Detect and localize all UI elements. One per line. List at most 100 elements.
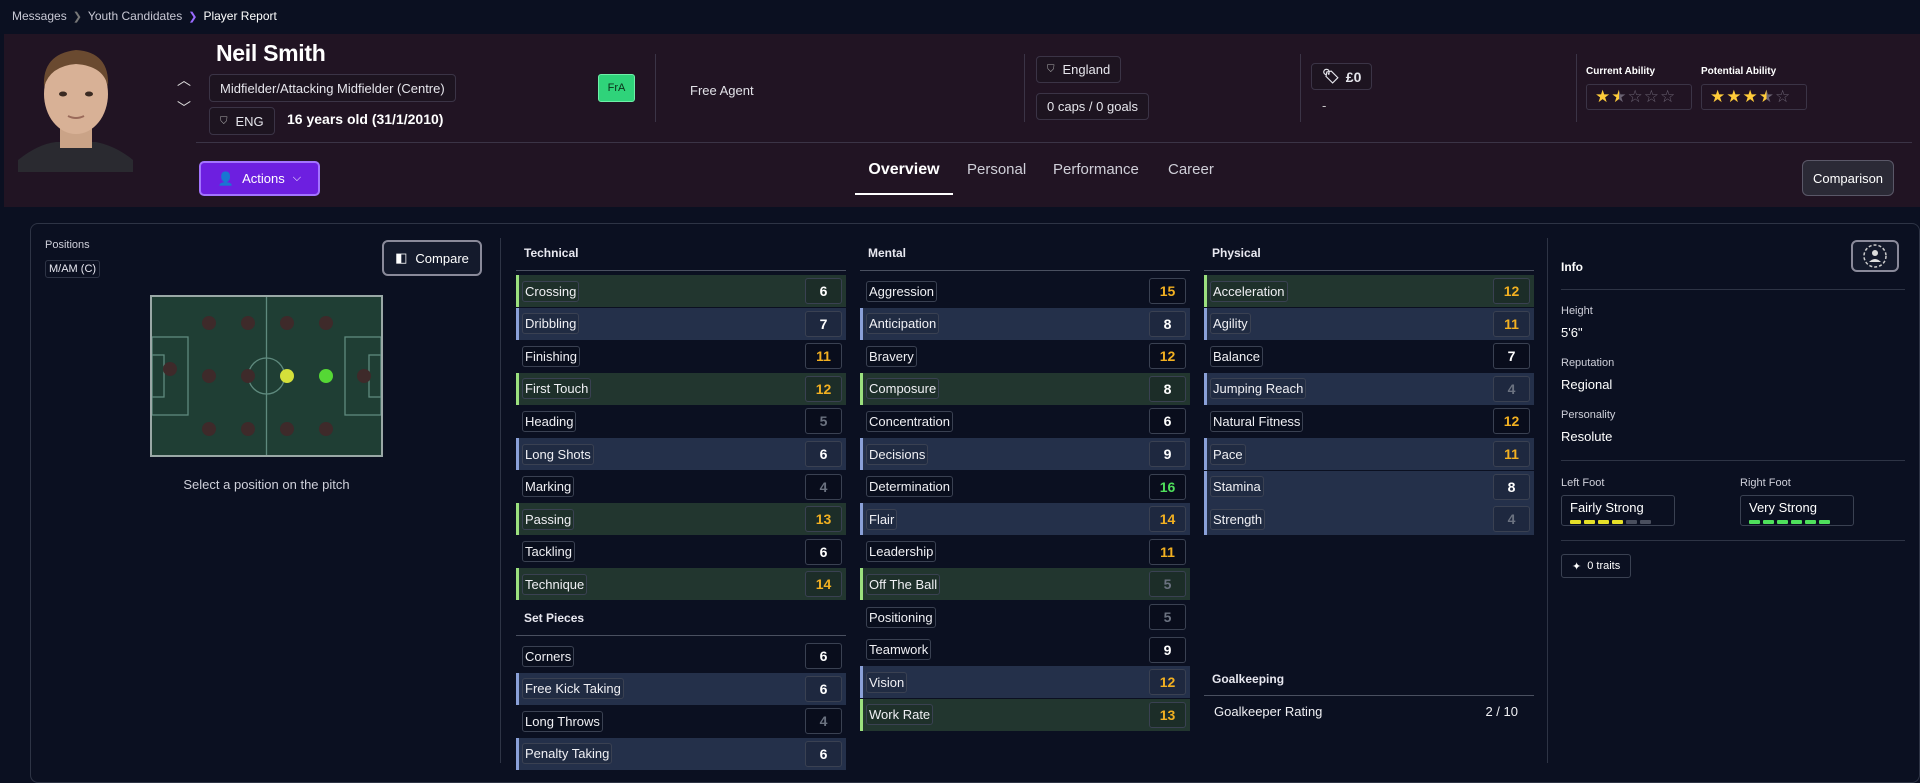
player-nav: ︿ ﹀ xyxy=(174,66,194,122)
attribute-row[interactable]: Tackling 6 xyxy=(516,536,846,568)
attribute-value: 11 xyxy=(1493,441,1530,467)
attribute-row[interactable]: Marking 4 xyxy=(516,471,846,503)
chevron-up-icon[interactable]: ︿ xyxy=(174,66,194,94)
attribute-name: Flair xyxy=(866,508,898,530)
attribute-row[interactable]: Heading 5 xyxy=(516,405,846,437)
attribute-row[interactable]: Bravery 12 xyxy=(860,340,1190,372)
attribute-row[interactable]: First Touch 12 xyxy=(516,372,846,405)
personality-label: Personality xyxy=(1561,409,1616,421)
attribute-name: Concentration xyxy=(866,410,953,432)
star-icon: ★ xyxy=(1710,87,1726,106)
attribute-value: 5 xyxy=(1149,571,1186,598)
actions-button[interactable]: 👤 Actions ⌵ xyxy=(199,161,320,196)
attribute-row[interactable]: Anticipation 8 xyxy=(860,307,1190,340)
attribute-row[interactable]: Teamwork 9 xyxy=(860,634,1190,666)
nation-badge[interactable]: ⛉ England xyxy=(1036,56,1122,83)
attribute-value: 6 xyxy=(805,740,842,767)
attribute-row[interactable]: Technique 14 xyxy=(516,568,846,601)
attribute-value: 12 xyxy=(1149,669,1186,696)
attribute-row[interactable]: Stamina 8 xyxy=(1204,470,1534,503)
attribute-value: 11 xyxy=(1493,310,1530,337)
reputation-label: Reputation xyxy=(1561,357,1615,369)
divider xyxy=(1204,270,1534,271)
tab-personal[interactable]: Personal xyxy=(967,161,1026,195)
nation-name: England xyxy=(1062,62,1111,77)
attribute-row[interactable]: Natural Fitness 12 xyxy=(1204,405,1534,437)
right-foot-meter xyxy=(1749,520,1845,524)
attribute-value: 4 xyxy=(805,708,842,735)
divider xyxy=(1204,695,1534,696)
attribute-row[interactable]: Composure 8 xyxy=(860,372,1190,405)
breadcrumb-messages[interactable]: Messages xyxy=(12,9,67,23)
star-icon: ★ xyxy=(1742,87,1758,106)
attribute-value: 6 xyxy=(805,441,842,467)
attribute-row[interactable]: Off The Ball 5 xyxy=(860,568,1190,601)
pitch-hint: Select a position on the pitch xyxy=(183,477,350,492)
attribute-row[interactable]: Determination 16 xyxy=(860,471,1190,503)
tab-career[interactable]: Career xyxy=(1168,161,1214,195)
attribute-row[interactable]: Work Rate 13 xyxy=(860,698,1190,731)
attribute-row[interactable]: Decisions 9 xyxy=(860,438,1190,470)
goalkeeper-rating-label: Goalkeeper Rating xyxy=(1214,704,1323,719)
attribute-name: Balance xyxy=(1210,345,1263,367)
attribute-row[interactable]: Strength 4 xyxy=(1204,503,1534,536)
attribute-row[interactable]: Vision 12 xyxy=(860,666,1190,699)
attribute-name: Crossing xyxy=(522,280,580,302)
chevron-right-icon: ❯ xyxy=(188,10,198,23)
personality-view-button[interactable] xyxy=(1851,240,1899,272)
compare-label: Compare xyxy=(415,250,469,266)
attribute-row[interactable]: Pace 11 xyxy=(1204,438,1534,470)
attribute-row[interactable]: Jumping Reach 4 xyxy=(1204,372,1534,405)
tab-overview[interactable]: Overview xyxy=(855,161,953,195)
position-pitch[interactable] xyxy=(150,295,383,457)
attribute-row[interactable]: Free Kick Taking 6 xyxy=(516,672,846,705)
goalkeeper-rating-row: Goalkeeper Rating 2 / 10 xyxy=(1210,704,1526,719)
attribute-row[interactable]: Balance 7 xyxy=(1204,340,1534,372)
attribute-name: Determination xyxy=(866,476,953,498)
attribute-row[interactable]: Aggression 15 xyxy=(860,275,1190,307)
attribute-row[interactable]: Dribbling 7 xyxy=(516,307,846,340)
attribute-name: Technique xyxy=(522,573,588,595)
divider xyxy=(1561,460,1905,461)
attribute-row[interactable]: Crossing 6 xyxy=(516,275,846,307)
sparkle-icon: ✦ xyxy=(1572,560,1582,573)
contract-badge: FrA xyxy=(598,74,635,102)
attribute-row[interactable]: Agility 11 xyxy=(1204,307,1534,340)
set-pieces-heading: Set Pieces xyxy=(524,611,585,625)
attribute-row[interactable]: Long Shots 6 xyxy=(516,438,846,470)
breadcrumb-youth-candidates[interactable]: Youth Candidates xyxy=(88,9,182,23)
attribute-value: 6 xyxy=(805,278,842,304)
person-icon: 👤 xyxy=(217,170,235,186)
attribute-row[interactable]: Corners 6 xyxy=(516,640,846,672)
player-name: Neil Smith xyxy=(216,40,326,66)
comparison-button[interactable]: Comparison xyxy=(1802,160,1894,196)
current-ability-label: Current Ability xyxy=(1586,66,1656,77)
attribute-row[interactable]: Flair 14 xyxy=(860,503,1190,536)
divider xyxy=(1561,289,1905,290)
info-heading: Info xyxy=(1561,260,1583,274)
attribute-row[interactable]: Leadership 11 xyxy=(860,536,1190,568)
attribute-row[interactable]: Positioning 5 xyxy=(860,601,1190,633)
attribute-value: 7 xyxy=(805,310,842,337)
tab-performance[interactable]: Performance xyxy=(1053,161,1139,195)
attribute-name: Penalty Taking xyxy=(522,743,613,765)
contract-status: Free Agent xyxy=(690,83,754,98)
position-dot-natural xyxy=(319,369,333,383)
traits-button[interactable]: ✦ 0 traits xyxy=(1561,554,1632,578)
divider xyxy=(196,142,1912,143)
attribute-row[interactable]: Passing 13 xyxy=(516,503,846,536)
compare-icon: ◧ xyxy=(395,250,408,265)
attribute-name: Anticipation xyxy=(866,313,940,335)
attribute-row[interactable]: Penalty Taking 6 xyxy=(516,737,846,770)
traits-count: 0 traits xyxy=(1587,560,1621,572)
compare-button[interactable]: ◧ Compare xyxy=(382,240,482,276)
attribute-row[interactable]: Concentration 6 xyxy=(860,405,1190,437)
attribute-row[interactable]: Acceleration 12 xyxy=(1204,275,1534,307)
attribute-value: 5 xyxy=(1149,604,1186,630)
position-tag: M/AM (C) xyxy=(45,260,101,278)
attribute-row[interactable]: Finishing 11 xyxy=(516,340,846,372)
chevron-down-icon[interactable]: ﹀ xyxy=(174,94,194,122)
breadcrumb-player-report: Player Report xyxy=(203,9,277,23)
attribute-row[interactable]: Long Throws 4 xyxy=(516,705,846,737)
divider xyxy=(1547,238,1548,763)
